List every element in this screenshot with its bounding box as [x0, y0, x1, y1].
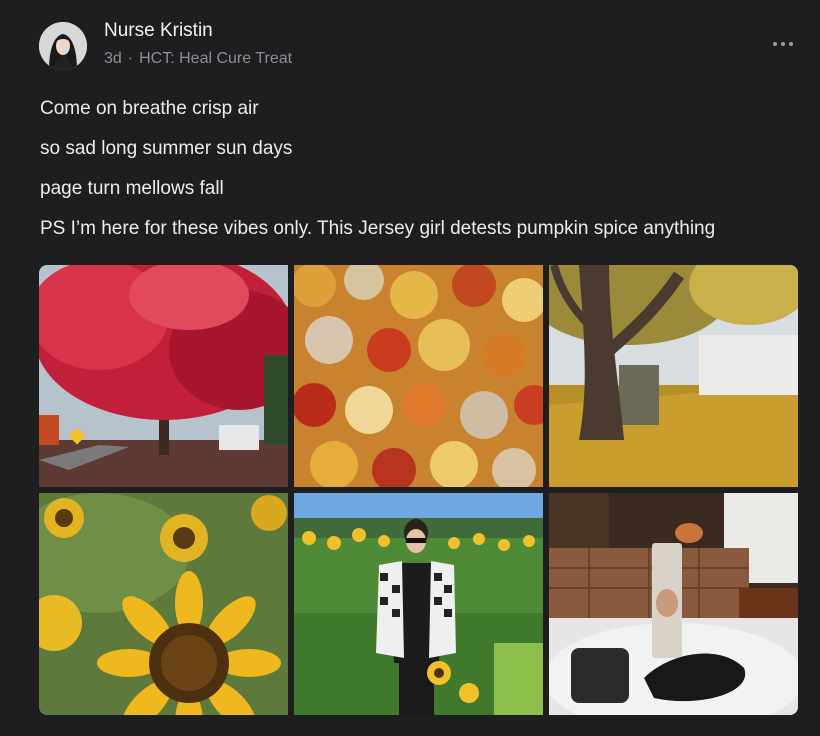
post-meta: 3d · HCT: Heal Cure Treat — [104, 50, 292, 68]
post-age[interactable]: 3d — [104, 50, 122, 67]
ellipsis-icon — [773, 42, 777, 46]
post-body: Come on breathe crisp air so sad long su… — [40, 96, 800, 256]
community-link[interactable]: HCT: Heal Cure Treat — [139, 50, 292, 67]
post-line: PS I’m here for these vibes only. This J… — [40, 218, 716, 239]
photo-sunflower-closeup[interactable] — [39, 493, 288, 715]
post-line: so sad long summer sun days — [40, 138, 293, 159]
ellipsis-dot — [781, 42, 785, 46]
more-options-button[interactable] — [770, 34, 796, 54]
post-line: page turn mellows fall — [40, 178, 224, 199]
author-avatar[interactable] — [39, 22, 87, 70]
photo-gallery — [39, 265, 798, 715]
photo-tree-yellow-lawn[interactable] — [549, 265, 798, 487]
photo-fallen-leaves[interactable] — [294, 265, 543, 487]
ellipsis-dot — [789, 42, 793, 46]
photo-red-maple-tree[interactable] — [39, 265, 288, 487]
photo-candle-table[interactable] — [549, 493, 798, 715]
author-name[interactable]: Nurse Kristin — [104, 20, 213, 42]
post-line: Come on breathe crisp air — [40, 98, 259, 119]
photo-woman-sunflower-field[interactable] — [294, 493, 543, 715]
meta-separator: · — [127, 50, 134, 67]
